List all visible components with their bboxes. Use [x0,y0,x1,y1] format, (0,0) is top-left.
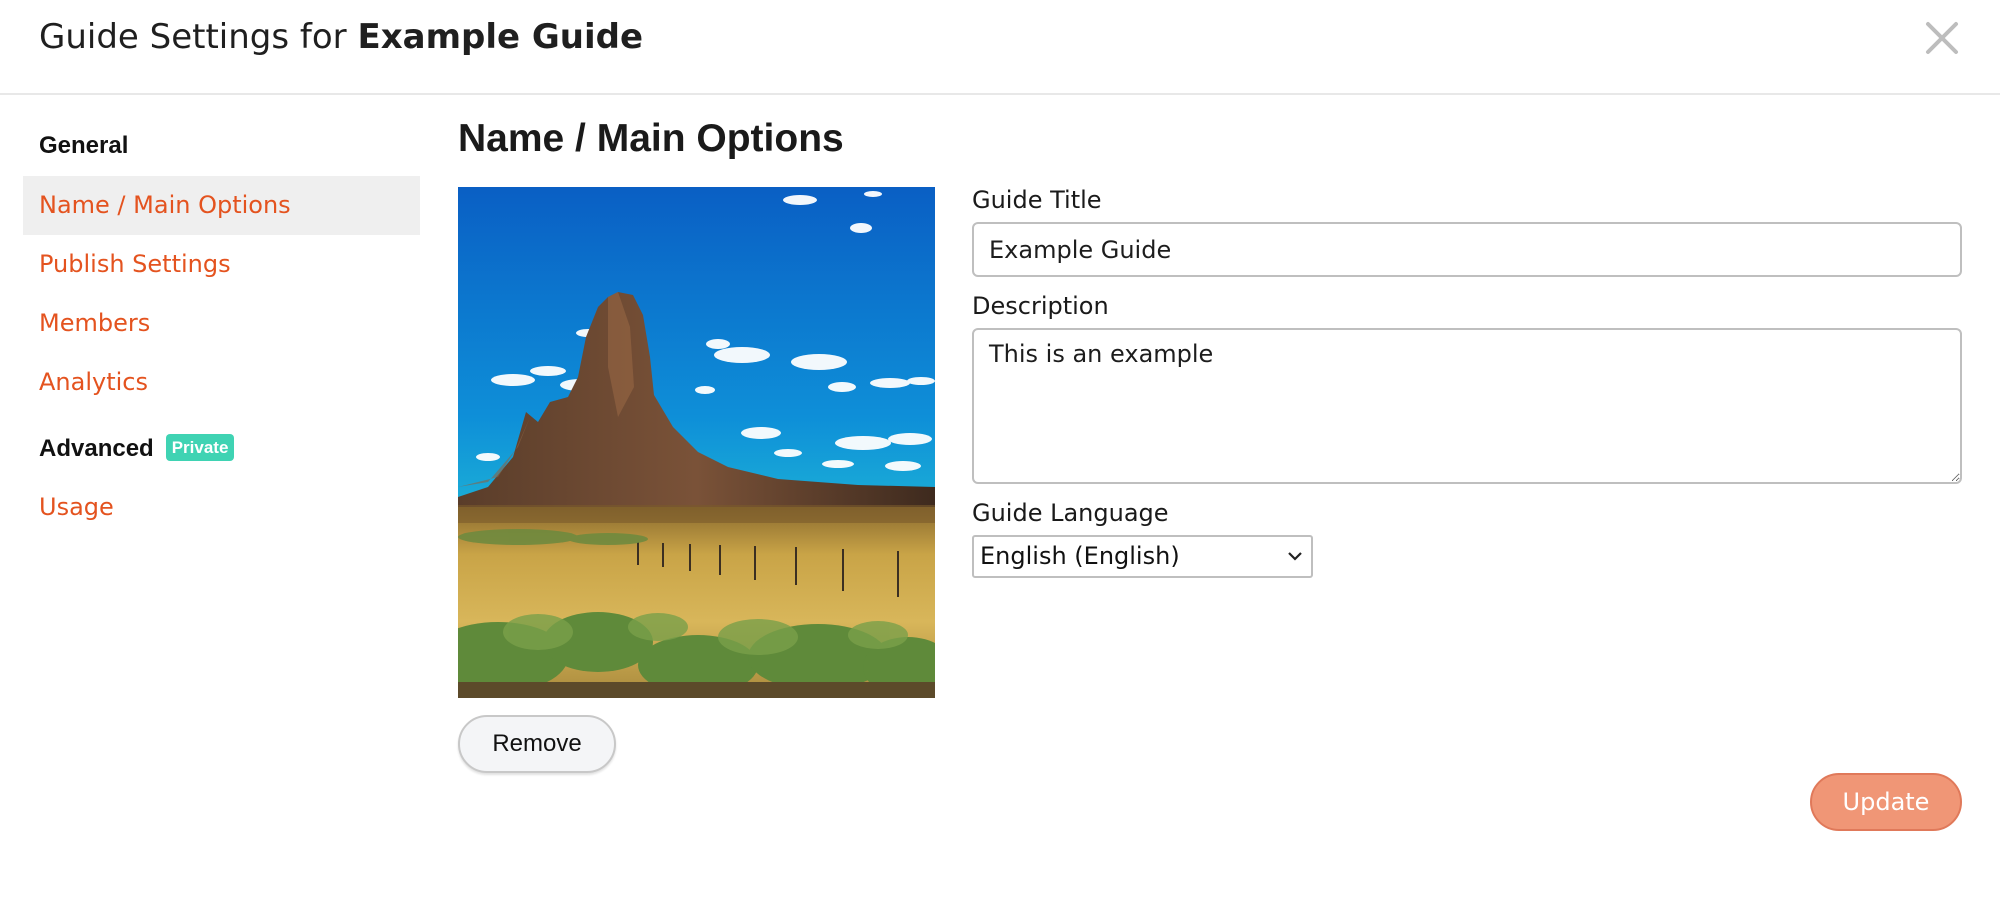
sidebar-heading-advanced: Advanced Private [39,434,235,463]
guide-name: Example Guide [357,17,644,57]
private-badge: Private [165,434,235,461]
sidebar-heading-general: General [39,132,129,159]
sidebar-item-members[interactable]: Members [23,294,420,353]
guide-title-input[interactable] [972,222,1962,277]
sidebar-item-usage[interactable]: Usage [23,478,420,537]
modal-title: Guide Settings for Example Guide [39,15,643,59]
description-label: Description [972,292,1109,320]
page-title: Name / Main Options [458,117,844,160]
guide-language-label: Guide Language [972,499,1169,527]
guide-cover-image [458,187,935,698]
remove-image-button[interactable]: Remove [458,715,616,773]
sidebar-item-analytics[interactable]: Analytics [23,353,420,412]
close-button[interactable] [1922,18,1962,58]
guide-language-select[interactable]: English (English) [972,535,1313,578]
desert-landscape-picture [458,187,935,698]
update-button[interactable]: Update [1810,773,1962,831]
close-icon [1926,22,1958,54]
sidebar-item-name-main-options[interactable]: Name / Main Options [23,176,420,235]
modal-header: Guide Settings for Example Guide [0,0,2000,95]
guide-language-value: English (English) [980,542,1180,570]
sidebar-item-publish-settings[interactable]: Publish Settings [23,235,420,294]
advanced-heading-label: Advanced [39,435,154,462]
description-textarea[interactable]: This is an example [972,328,1962,484]
chevron-down-icon [1288,552,1302,561]
title-prefix: Guide Settings for [39,17,347,57]
guide-title-label: Guide Title [972,186,1102,214]
